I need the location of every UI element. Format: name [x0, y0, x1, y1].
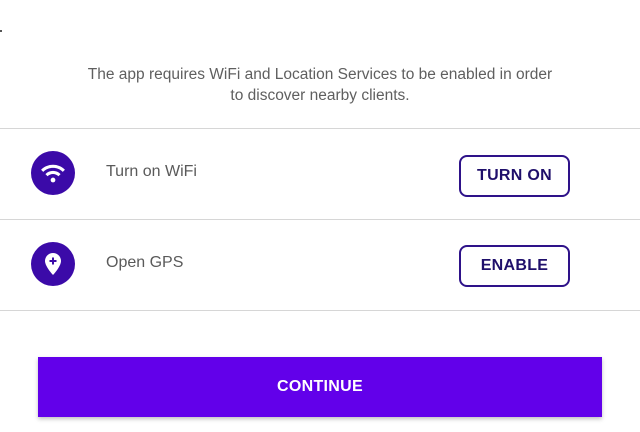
gps-row: Open GPS ENABLE: [0, 220, 640, 310]
continue-button[interactable]: CONTINUE: [38, 357, 602, 417]
wifi-label: Turn on WiFi: [106, 163, 197, 180]
location-pin-icon: [31, 242, 75, 286]
wifi-row: Turn on WiFi TURN ON: [0, 129, 640, 219]
wifi-icon: [31, 151, 75, 195]
permissions-screen: The app requires WiFi and Location Servi…: [0, 0, 640, 432]
edge-mark: [0, 30, 2, 32]
intro-text: The app requires WiFi and Location Servi…: [40, 64, 600, 106]
intro-line-1: The app requires WiFi and Location Servi…: [87, 66, 553, 83]
gps-label: Open GPS: [106, 254, 184, 271]
divider: [0, 310, 640, 311]
intro-line-2: to discover nearby clients.: [230, 87, 410, 104]
turn-on-wifi-button[interactable]: TURN ON: [459, 155, 570, 197]
enable-gps-button[interactable]: ENABLE: [459, 245, 570, 287]
